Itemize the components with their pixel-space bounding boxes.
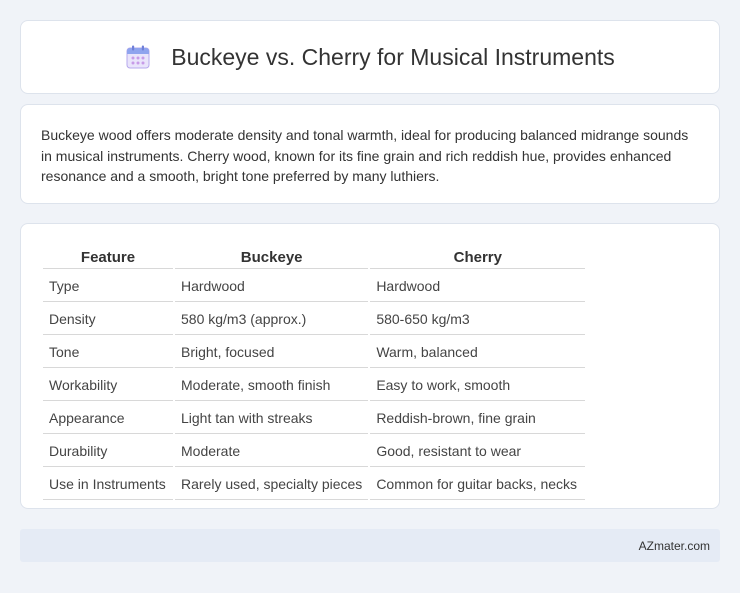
cell-feature: Appearance [43,403,173,434]
table-row: Workability Moderate, smooth finish Easy… [43,370,586,401]
cell-cherry: Warm, balanced [370,337,586,368]
cell-buckeye: Moderate, smooth finish [175,370,369,401]
calendar-icon [126,45,150,69]
cell-cherry: Reddish-brown, fine grain [370,403,586,434]
cell-cherry: Common for guitar backs, necks [370,469,586,500]
cell-cherry: Easy to work, smooth [370,370,586,401]
comparison-card: Feature Buckeye Cherry Type Hardwood Har… [20,223,720,509]
table-row: Durability Moderate Good, resistant to w… [43,436,586,467]
header-buckeye: Buckeye [175,246,369,269]
cell-feature: Use in Instruments [43,469,173,500]
cell-cherry: Hardwood [370,271,586,302]
cell-feature: Type [43,271,173,302]
cell-buckeye: Rarely used, specialty pieces [175,469,369,500]
footer-source: AZmater.com [638,538,710,553]
cell-feature: Tone [43,337,173,368]
table-header-row: Feature Buckeye Cherry [43,246,586,269]
description-text: Buckeye wood offers moderate density and… [41,127,689,184]
cell-feature: Density [43,304,173,335]
table-row: Density 580 kg/m3 (approx.) 580-650 kg/m… [43,304,586,335]
title-card: Buckeye vs. Cherry for Musical Instrumen… [20,20,720,94]
cell-buckeye: 580 kg/m3 (approx.) [175,304,369,335]
cell-feature: Durability [43,436,173,467]
cell-buckeye: Light tan with streaks [175,403,369,434]
header-cherry: Cherry [370,246,586,269]
page-title: Buckeye vs. Cherry for Musical Instrumen… [171,43,615,70]
table-row: Type Hardwood Hardwood [43,271,586,302]
cell-buckeye: Bright, focused [175,337,369,368]
table-row: Appearance Light tan with streaks Reddis… [43,403,586,434]
cell-cherry: Good, resistant to wear [370,436,586,467]
comparison-table: Feature Buckeye Cherry Type Hardwood Har… [41,244,587,502]
description-card: Buckeye wood offers moderate density and… [20,104,720,204]
table-row: Tone Bright, focused Warm, balanced [43,337,586,368]
cell-buckeye: Hardwood [175,271,369,302]
cell-buckeye: Moderate [175,436,369,467]
cell-cherry: 580-650 kg/m3 [370,304,586,335]
cell-feature: Workability [43,370,173,401]
header-feature: Feature [43,246,173,269]
table-row: Use in Instruments Rarely used, specialt… [43,469,586,500]
footer-bar: AZmater.com [20,529,720,562]
title-wrap: Buckeye vs. Cherry for Musical Instrumen… [125,44,615,71]
